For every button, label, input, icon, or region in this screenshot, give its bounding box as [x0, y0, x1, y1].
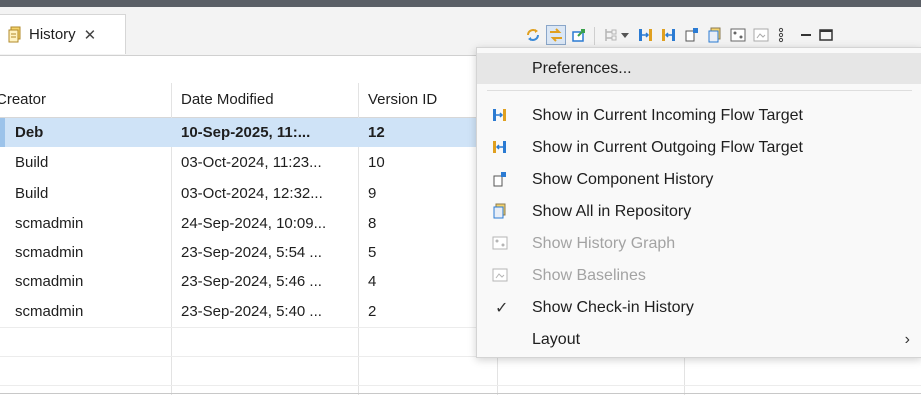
cell-creator: scmadmin [15, 244, 84, 261]
cell-date: 10-Sep-2025, 11:... [181, 124, 311, 141]
view-menu-icon[interactable] [776, 26, 786, 44]
cell-version: 9 [368, 185, 377, 202]
cell-version: 8 [368, 215, 377, 232]
incoming-flow-icon [493, 109, 506, 121]
cell-creator: Build [15, 185, 49, 202]
menu-item-label: Show Check-in History [532, 298, 694, 316]
menu-item-label: Show Baselines [532, 266, 646, 284]
history-graph-icon [492, 236, 508, 250]
outgoing-flow-icon [493, 141, 506, 153]
cell-date: 23-Sep-2024, 5:46 ... [181, 273, 322, 290]
component-history-icon [493, 172, 506, 187]
view-dropdown-menu: Preferences... Show in Current Incoming … [476, 47, 921, 358]
cell-version: 2 [368, 303, 377, 320]
cell-creator: scmadmin [15, 215, 84, 232]
menu-item-label: Show All in Repository [532, 202, 692, 220]
history-tab-label: History [29, 26, 76, 43]
menu-item-show-all-in-repository[interactable]: Show All in Repository [477, 196, 921, 227]
menu-item-layout[interactable]: Layout › [477, 324, 921, 355]
menu-item-label: Show Component History [532, 170, 714, 188]
cell-version: 12 [368, 124, 385, 141]
menu-item-label: Preferences... [532, 59, 632, 77]
cell-creator: scmadmin [15, 303, 84, 320]
column-header-date-modified[interactable]: Date Modified [181, 83, 274, 117]
component-history-icon[interactable] [683, 26, 701, 44]
pin-icon[interactable] [570, 26, 588, 44]
cell-version: 10 [368, 154, 385, 171]
refresh-icon[interactable] [524, 26, 542, 44]
cell-creator: Deb [15, 124, 44, 141]
history-graph-icon[interactable] [729, 26, 747, 44]
baselines-icon[interactable] [752, 26, 770, 44]
outgoing-flow-icon[interactable] [660, 26, 678, 44]
chevron-down-icon[interactable] [619, 26, 631, 44]
checkmark-icon: ✓ [495, 299, 509, 317]
cell-date: 03-Oct-2024, 11:23... [181, 154, 322, 171]
incoming-flow-icon[interactable] [637, 26, 655, 44]
repository-icon [493, 203, 506, 219]
menu-item-label: Layout [532, 330, 581, 348]
cell-creator: Build [15, 154, 49, 171]
menu-item-show-outgoing-flow[interactable]: Show in Current Outgoing Flow Target [477, 132, 921, 163]
title-strip [0, 0, 921, 7]
maximize-icon[interactable] [817, 26, 835, 44]
view-bottom-border [0, 393, 921, 394]
row-gridline [0, 385, 921, 386]
menu-item-label: Show History Graph [532, 234, 676, 252]
column-header-version-id[interactable]: Version ID [368, 83, 437, 117]
repository-icon[interactable] [706, 26, 724, 44]
history-tab[interactable]: History ✕ [0, 14, 126, 54]
cell-version: 5 [368, 244, 377, 261]
menu-item-show-baselines: Show Baselines [477, 260, 921, 291]
menu-item-show-component-history[interactable]: Show Component History [477, 164, 921, 195]
cell-creator: scmadmin [15, 273, 84, 290]
menu-item-label: Show in Current Incoming Flow Target [532, 106, 803, 124]
compare-icon[interactable] [602, 26, 620, 44]
menu-item-preferences[interactable]: Preferences... [477, 53, 921, 84]
close-icon[interactable]: ✕ [84, 26, 97, 44]
row-marker [0, 118, 5, 147]
menu-item-label: Show in Current Outgoing Flow Target [532, 138, 803, 156]
chevron-right-icon: › [904, 330, 910, 348]
cell-date: 23-Sep-2024, 5:40 ... [181, 303, 322, 320]
menu-item-show-incoming-flow[interactable]: Show in Current Incoming Flow Target [477, 100, 921, 131]
cell-date: 24-Sep-2024, 10:09... [181, 215, 327, 232]
cell-date: 03-Oct-2024, 12:32... [181, 185, 323, 202]
cell-date: 23-Sep-2024, 5:54 ... [181, 244, 322, 261]
menu-item-show-history-graph: Show History Graph [477, 228, 921, 259]
baselines-icon [492, 268, 508, 282]
history-view-icon [8, 26, 21, 43]
menu-separator [487, 90, 912, 91]
toolbar-separator [594, 27, 595, 45]
link-with-selection-icon[interactable] [546, 25, 566, 45]
menu-item-show-checkin-history[interactable]: ✓ Show Check-in History [477, 292, 921, 323]
minimize-icon[interactable] [797, 26, 815, 44]
column-header-creator[interactable]: Creator [0, 83, 46, 117]
cell-version: 4 [368, 273, 377, 290]
